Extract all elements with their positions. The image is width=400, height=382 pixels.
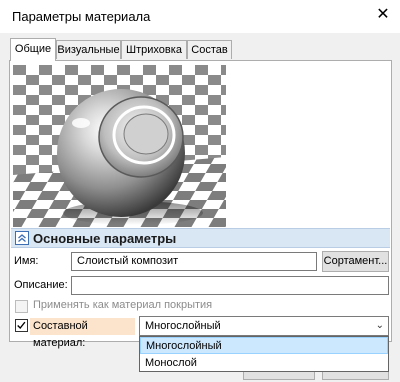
tab-hatching[interactable]: Штриховка [121,40,187,59]
close-icon[interactable]: ✕ [372,4,394,26]
name-input[interactable]: Слоистый композит [71,252,317,271]
tab-general[interactable]: Общие [10,38,56,61]
material-preview [13,65,226,227]
coating-label: Применять как материал покрытия [33,299,213,311]
tab-composition[interactable]: Состав [187,40,232,59]
sortament-button[interactable]: Сортамент... [322,251,389,272]
chevron-down-icon[interactable]: ⌄ [376,317,384,335]
composite-type-select[interactable]: Многослойный ⌄ [139,316,389,336]
window-title: Параметры материала [12,9,151,24]
composite-label: Составной материал: [30,318,135,349]
dropdown-option-multilayer[interactable]: Многослойный [140,337,388,354]
collapse-chevron-icon[interactable] [15,231,29,245]
composite-checkbox[interactable] [15,319,28,332]
section-title: Основные параметры [33,231,177,246]
name-label: Имя: [14,255,39,267]
composite-type-value: Многослойный [145,320,221,332]
tab-visual[interactable]: Визуальные [56,40,121,59]
description-input[interactable] [71,276,389,295]
dropdown-option-monolayer[interactable]: Монослой [140,355,388,372]
composite-type-dropdown: Многослойный Монослой [139,336,389,372]
coating-checkbox[interactable] [15,300,28,313]
description-label: Описание: [14,279,68,291]
checkmark-icon [17,321,26,330]
